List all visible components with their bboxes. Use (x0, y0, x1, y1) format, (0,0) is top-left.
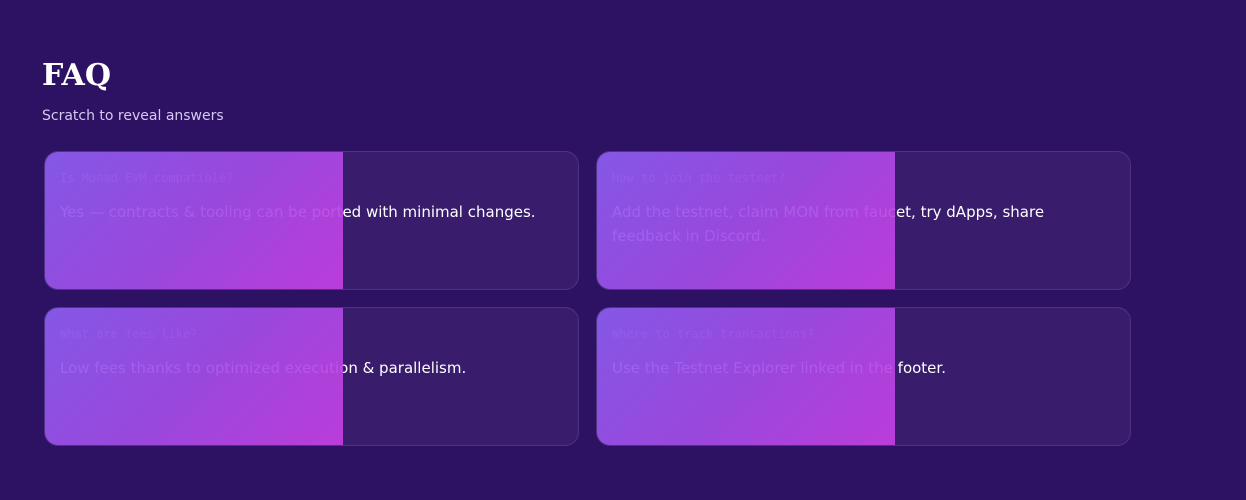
faq-card-testnet[interactable]: How to join the testnet? Add the testnet… (596, 151, 1131, 290)
faq-card-transactions[interactable]: Where to track transactions? Use the Tes… (596, 307, 1131, 446)
page-title: FAQ (42, 58, 111, 93)
scratch-overlay[interactable] (597, 152, 896, 289)
faq-card-fees[interactable]: What are fees like? Low fees thanks to o… (44, 307, 579, 446)
scratch-overlay[interactable] (597, 308, 896, 445)
faq-card-evm[interactable]: Is Monad EVM compatible? Yes — contracts… (44, 151, 579, 290)
faq-section: FAQ Scratch to reveal answers Is Monad E… (42, 56, 1142, 446)
faq-grid: Is Monad EVM compatible? Yes — contracts… (44, 151, 1131, 446)
scratch-overlay[interactable] (45, 308, 344, 445)
scratch-overlay[interactable] (45, 152, 344, 289)
page-subtitle: Scratch to reveal answers (42, 108, 224, 124)
